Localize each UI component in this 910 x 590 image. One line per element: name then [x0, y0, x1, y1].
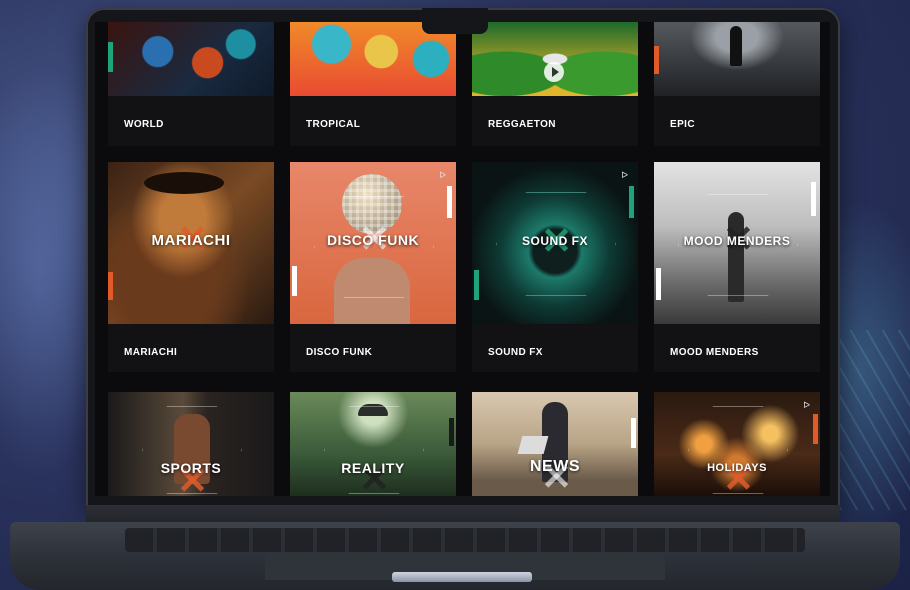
tile-label: SOUND FX — [488, 347, 543, 358]
category-tile-tropical[interactable]: TROPICAL — [290, 22, 456, 146]
tile-label: EPIC — [670, 119, 695, 130]
camera-notch — [422, 8, 488, 34]
tile-title: MOOD MENDERS — [683, 234, 791, 248]
thumbnail-sound-fx: ᐅ SOUND FX — [472, 162, 638, 324]
tile-label: MARIACHI — [124, 347, 178, 358]
tile-title: HOLIDAYS — [707, 462, 767, 474]
accent-bar — [629, 186, 634, 218]
thumbnail-news: NEWS — [472, 392, 638, 496]
category-tile-holidays[interactable]: ᐅ HOLIDAYS — [654, 392, 820, 496]
figure-silhouette — [730, 26, 742, 66]
corner-logo-icon: ᐅ — [803, 400, 810, 410]
category-tile-disco-funk[interactable]: ᐅ DISCO FUNK DISCO FUNK — [290, 162, 456, 372]
category-tile-news[interactable]: NEWS — [472, 392, 638, 496]
accent-bar — [447, 186, 452, 218]
laptop-latch — [392, 572, 532, 582]
laptop-prop — [517, 436, 549, 454]
category-tile-world[interactable]: WORLD — [108, 22, 274, 146]
category-tile-mariachi[interactable]: MARIACHI MARIACHI — [108, 162, 274, 372]
thumbnail-mariachi: MARIACHI — [108, 162, 274, 324]
corner-logo-icon: ᐅ — [803, 170, 810, 180]
background-stage-lights — [840, 330, 910, 510]
category-tile-epic[interactable]: EPIC — [654, 22, 820, 146]
laptop-screen: WORLD TROPICAL REGGAETON EPIC MARIACHI M… — [95, 22, 830, 496]
tile-title: NEWS — [530, 458, 580, 475]
accent-bar — [292, 266, 297, 296]
accent-bar — [108, 42, 113, 72]
thumbnail-mood-menders: ᐅ MOOD MENDERS — [654, 162, 820, 324]
tile-label: DISCO FUNK — [306, 347, 373, 358]
thumbnail-epic — [654, 22, 820, 96]
thumbnail-reggaeton — [472, 22, 638, 96]
thumbnail-reality: REALITY — [290, 392, 456, 496]
category-tile-reality[interactable]: REALITY — [290, 392, 456, 496]
thumbnail-world — [108, 22, 274, 96]
tile-title: SOUND FX — [521, 234, 588, 248]
tile-title: SPORTS — [160, 460, 222, 476]
category-tile-mood-menders[interactable]: ᐅ MOOD MENDERS MOOD MENDERS — [654, 162, 820, 372]
corner-logo-icon: ᐅ — [439, 170, 446, 180]
tile-title: REALITY — [341, 460, 405, 476]
tile-title: MARIACHI — [151, 232, 231, 249]
category-tile-reggaeton[interactable]: REGGAETON — [472, 22, 638, 146]
sombrero-shape — [144, 172, 224, 194]
category-tile-sports[interactable]: SPORTS — [108, 392, 274, 496]
tile-title: DISCO FUNK — [326, 232, 420, 248]
accent-bar — [108, 272, 113, 300]
accent-bar — [631, 418, 636, 448]
corner-logo-icon: ᐅ — [621, 170, 628, 180]
tile-label: WORLD — [124, 119, 164, 130]
accent-bar — [449, 418, 454, 446]
thumbnail-sports: SPORTS — [108, 392, 274, 496]
thumbnail-holidays: ᐅ HOLIDAYS — [654, 392, 820, 496]
tile-label: REGGAETON — [488, 119, 556, 130]
thumbnail-disco-funk: ᐅ DISCO FUNK — [290, 162, 456, 324]
laptop-keyboard — [125, 528, 805, 552]
accent-bar — [654, 46, 659, 74]
accent-bar — [813, 414, 818, 444]
accent-bar — [656, 268, 661, 300]
play-triangle-icon — [552, 67, 559, 77]
accent-bar — [811, 182, 816, 216]
accent-bar — [474, 270, 479, 300]
category-tile-sound-fx[interactable]: ᐅ SOUND FX SOUND FX — [472, 162, 638, 372]
tile-label: MOOD MENDERS — [670, 347, 759, 358]
tile-label: TROPICAL — [306, 119, 361, 130]
